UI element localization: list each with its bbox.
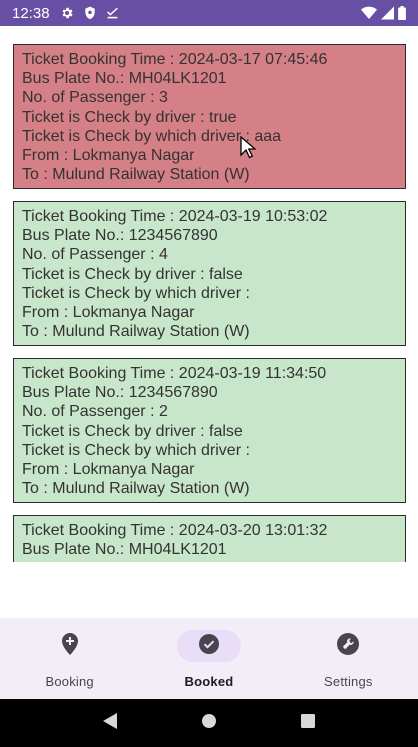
wifi-icon [361, 6, 377, 20]
home-icon[interactable] [201, 713, 217, 734]
battery-icon [398, 6, 406, 20]
ticket-checked-by-which-driver: Ticket is Check by which driver : aaa [22, 127, 282, 145]
bottom-navigation-bar: Booking Booked Settings [0, 618, 418, 699]
ticket-card[interactable]: Ticket Booking Time : 2024-03-19 11:34:5… [13, 358, 406, 503]
ticket-bus-plate: Bus Plate No.: 1234567890 [22, 227, 218, 245]
ticket-to: To : Mulund Railway Station (W) [22, 480, 250, 498]
ticket-passengers: No. of Passenger : 3 [22, 89, 168, 107]
status-left: 12:38 [12, 5, 119, 22]
ticket-from: From : Lokmanya Nagar [22, 461, 195, 479]
ticket-bus-plate: Bus Plate No.: MH04LK1201 [22, 541, 227, 559]
nav-item-booked[interactable]: Booked [139, 618, 278, 699]
nav-pill [38, 630, 102, 662]
check-circle-icon [198, 633, 219, 659]
system-navigation-bar [0, 699, 418, 747]
ticket-booking-time: Ticket Booking Time : 2024-03-19 10:53:0… [22, 208, 328, 225]
ticket-bus-plate: Bus Plate No.: MH04LK1201 [22, 70, 227, 88]
ticket-checked-by-driver: Ticket is Check by driver : true [22, 108, 237, 126]
location-pin-add-icon [61, 632, 79, 660]
ticket-booking-time: Ticket Booking Time : 2024-03-17 07:45:4… [22, 51, 328, 68]
ticket-checked-by-driver: Ticket is Check by driver : false [22, 265, 243, 283]
ticket-checked-by-driver: Ticket is Check by driver : false [22, 422, 243, 440]
wrench-settings-icon [337, 632, 360, 660]
nav-pill [316, 630, 380, 662]
ticket-list[interactable]: Ticket Booking Time : 2024-03-17 07:45:4… [0, 26, 418, 562]
ticket-booking-time: Ticket Booking Time : 2024-03-19 11:34:5… [22, 365, 327, 382]
status-right [361, 6, 406, 20]
nav-label-booking: Booking [45, 674, 94, 689]
ticket-from: From : Lokmanya Nagar [22, 304, 195, 322]
signal-icon [381, 6, 394, 20]
booked-tickets-screen: Ticket Booking Time : 2024-03-17 07:45:4… [0, 26, 418, 618]
back-icon[interactable] [102, 712, 118, 735]
status-bar: 12:38 [0, 0, 418, 26]
nav-pill-active [176, 630, 241, 662]
nav-label-booked: Booked [184, 674, 234, 689]
status-time: 12:38 [12, 4, 50, 22]
ticket-card[interactable]: Ticket Booking Time : 2024-03-20 13:01:3… [13, 515, 406, 562]
recents-icon[interactable] [300, 713, 316, 734]
ticket-checked-by-which-driver: Ticket is Check by which driver : [22, 284, 250, 302]
nav-label-settings: Settings [324, 674, 373, 689]
shield-icon [84, 6, 96, 20]
ticket-booking-time: Ticket Booking Time : 2024-03-20 13:01:3… [22, 522, 328, 539]
nav-item-booking[interactable]: Booking [0, 618, 139, 699]
ticket-card[interactable]: Ticket Booking Time : 2024-03-19 10:53:0… [13, 201, 406, 346]
mouse-pointer-icon [240, 135, 257, 165]
ticket-card[interactable]: Ticket Booking Time : 2024-03-17 07:45:4… [13, 44, 406, 189]
ticket-to: To : Mulund Railway Station (W) [22, 323, 250, 341]
ticket-from: From : Lokmanya Nagar [22, 147, 195, 165]
ticket-passengers: No. of Passenger : 2 [22, 403, 168, 421]
nav-item-settings[interactable]: Settings [279, 618, 418, 699]
ticket-bus-plate: Bus Plate No.: 1234567890 [22, 384, 218, 402]
ticket-to: To : Mulund Railway Station (W) [22, 166, 250, 184]
download-done-icon [106, 6, 119, 20]
ticket-checked-by-which-driver: Ticket is Check by which driver : [22, 441, 250, 459]
ticket-passengers: No. of Passenger : 4 [22, 246, 168, 264]
gear-icon [60, 6, 74, 20]
